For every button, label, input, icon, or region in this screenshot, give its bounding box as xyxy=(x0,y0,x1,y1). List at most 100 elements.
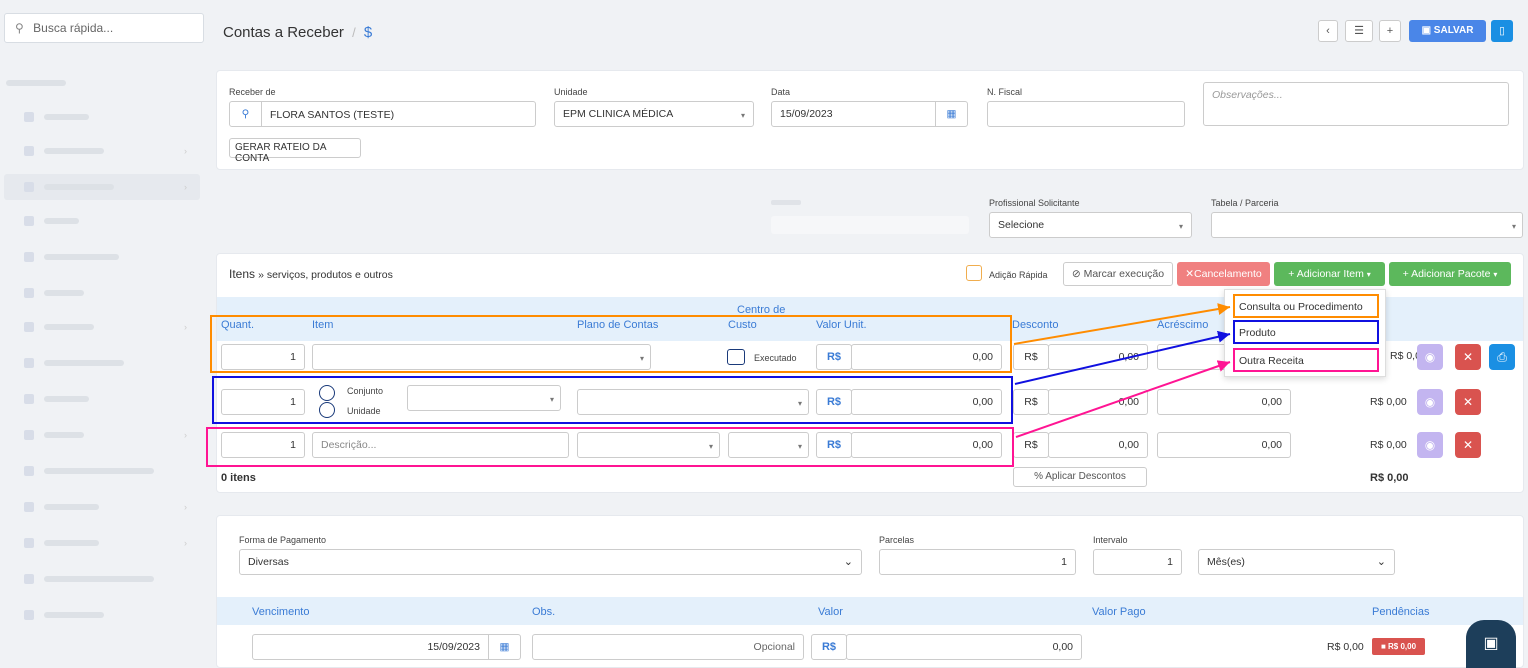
intervalo-label: Intervalo xyxy=(1093,535,1128,545)
cancelamento-label: Cancelamento xyxy=(1194,268,1262,280)
unidade-select[interactable]: EPM CLINICA MÉDICA ▾ xyxy=(554,101,754,127)
search-input[interactable]: ⚲ Busca rápida... xyxy=(4,13,204,43)
chevron-down-icon: ⌄ xyxy=(1376,556,1386,568)
vencimento-field[interactable]: 15/09/2023 ▦ xyxy=(252,634,521,660)
calendar-icon[interactable]: ▦ xyxy=(935,102,967,126)
row2-camera-icon[interactable]: ◉ xyxy=(1417,389,1443,415)
adicionar-item-label: + Adicionar Item xyxy=(1288,268,1364,280)
row2-acrescimo[interactable]: 0,00 xyxy=(1157,389,1291,415)
marcar-execucao-label: Marcar execução xyxy=(1083,268,1165,280)
items-title: Itens xyxy=(229,267,256,281)
blurred-field xyxy=(771,216,969,234)
close-icon: ✕ xyxy=(1185,268,1195,280)
nfiscal-input[interactable] xyxy=(987,101,1185,127)
periodo-select[interactable]: Mês(es) ⌄ xyxy=(1198,549,1395,575)
adicao-rapida-checkbox[interactable] xyxy=(966,265,982,281)
row3-acrescimo[interactable]: 0,00 xyxy=(1157,432,1291,458)
dropdown-consulta[interactable]: Consulta ou Procedimento xyxy=(1233,294,1379,318)
data-field[interactable]: 15/09/2023 ▦ xyxy=(771,101,968,127)
col-desconto: Desconto xyxy=(1012,319,1059,331)
save-button[interactable]: ▣ SALVAR xyxy=(1409,20,1486,42)
save-label: SALVAR xyxy=(1433,25,1474,36)
row1-acrescimo[interactable] xyxy=(1157,344,1227,370)
square-icon: ■ xyxy=(1380,642,1389,651)
row3-desconto[interactable]: 0,00 xyxy=(1048,432,1148,458)
profissional-select[interactable]: Selecione ▾ xyxy=(989,212,1192,238)
intervalo-input[interactable]: 1 xyxy=(1093,549,1182,575)
observacoes-textarea[interactable]: Observações... xyxy=(1203,82,1509,126)
adicionar-item-button[interactable]: + Adicionar Item ▾ xyxy=(1274,262,1385,286)
aplicar-descontos-button[interactable]: % Aplicar Descontos xyxy=(1013,467,1147,487)
data-label: Data xyxy=(771,87,791,97)
sidebar: ⚲ Busca rápida... › › › › › › xyxy=(0,0,207,668)
page-title: Contas a Receber xyxy=(223,24,344,41)
cancelamento-button[interactable]: ✕Cancelamento xyxy=(1177,262,1270,286)
row2-desc-currency: R$ xyxy=(1013,389,1049,415)
nfiscal-label: N. Fiscal xyxy=(987,87,1023,97)
chevron-down-icon: ▾ xyxy=(1366,270,1371,279)
profissional-label: Profissional Solicitante xyxy=(989,198,1080,208)
chevron-down-icon: ▾ xyxy=(1511,222,1516,231)
receber-de-field[interactable]: ⚲ FLORA SANTOS (TESTE) xyxy=(229,101,536,127)
aplicar-descontos-label: Aplicar Descontos xyxy=(1045,471,1126,482)
row3-delete-icon[interactable]: ✕ xyxy=(1455,432,1481,458)
col-vencimento: Vencimento xyxy=(252,606,310,618)
row3-total: R$ 0,00 xyxy=(1370,439,1407,451)
items-count: 0 itens xyxy=(221,472,256,484)
row1-camera-icon[interactable]: ◉ xyxy=(1417,344,1443,370)
row1-desc-currency: R$ xyxy=(1013,344,1049,370)
document-icon[interactable]: ▯ xyxy=(1491,20,1513,42)
vencimento-value: 15/09/2023 xyxy=(427,641,480,653)
currency-icon: $ xyxy=(363,24,373,41)
col-pendencias: Pendências xyxy=(1372,606,1430,618)
row1-desconto[interactable]: 0,00 xyxy=(1048,344,1148,370)
parcelas-input[interactable]: 1 xyxy=(879,549,1076,575)
row2-total: R$ 0,00 xyxy=(1370,396,1407,408)
adicionar-pacote-label: + Adicionar Pacote xyxy=(1402,268,1491,280)
dropdown-outra-receita[interactable]: Outra Receita xyxy=(1233,348,1379,372)
profissional-value: Selecione xyxy=(998,219,1045,231)
row1-print-icon[interactable]: ⎙ xyxy=(1489,344,1515,370)
back-button[interactable]: ‹ xyxy=(1318,20,1338,42)
col-obs: Obs. xyxy=(532,606,556,618)
forma-pagamento-select[interactable]: Diversas ⌄ xyxy=(239,549,862,575)
page-title-row: Contas a Receber / $ xyxy=(223,24,372,41)
breadcrumb-separator: / xyxy=(352,25,356,40)
unidade-label: Unidade xyxy=(554,87,588,97)
sidebar-section-label xyxy=(6,80,66,86)
list-icon[interactable]: ☰ xyxy=(1345,20,1373,42)
forma-pagamento-value: Diversas xyxy=(248,556,289,568)
row2-desconto[interactable]: 0,00 xyxy=(1048,389,1148,415)
tabela-label: Tabela / Parceria xyxy=(1211,198,1279,208)
unidade-value: EPM CLINICA MÉDICA xyxy=(563,108,674,120)
row2-delete-icon[interactable]: ✕ xyxy=(1455,389,1481,415)
search-icon: ⚲ xyxy=(15,21,24,35)
valor-pago: R$ 0,00 xyxy=(1327,641,1364,653)
dropdown-produto[interactable]: Produto xyxy=(1233,320,1379,344)
items-subtitle: » serviços, produtos e outros xyxy=(258,269,393,281)
adicionar-pacote-button[interactable]: + Adicionar Pacote ▾ xyxy=(1389,262,1511,286)
row1-delete-icon[interactable]: ✕ xyxy=(1455,344,1481,370)
periodo-value: Mês(es) xyxy=(1207,556,1245,568)
add-icon[interactable]: + xyxy=(1379,20,1401,42)
obs-input[interactable]: Opcional xyxy=(532,634,804,660)
pay-valor[interactable]: 0,00 xyxy=(846,634,1082,660)
floppy-icon: ▣ xyxy=(1421,25,1434,36)
items-title-row: Itens » serviços, produtos e outros xyxy=(229,267,393,281)
gerar-rateio-button[interactable]: GERAR RATEIO DA CONTA xyxy=(229,138,361,164)
chevron-down-icon: ▾ xyxy=(1493,270,1498,279)
chevron-down-icon: ⌄ xyxy=(843,556,853,568)
calendar-icon[interactable]: ▦ xyxy=(488,635,520,659)
pendencia-badge: ■ R$ 0,00 xyxy=(1372,638,1425,655)
receber-de-value: FLORA SANTOS (TESTE) xyxy=(270,109,395,121)
search-placeholder: Busca rápida... xyxy=(33,21,114,35)
payment-table-header xyxy=(217,597,1523,625)
tabela-select[interactable]: ▾ xyxy=(1211,212,1523,238)
row3-camera-icon[interactable]: ◉ xyxy=(1417,432,1443,458)
blurred-label xyxy=(771,200,801,205)
pendencia-badge-label: R$ 0,00 xyxy=(1388,642,1417,651)
chat-support-button[interactable]: ▣ xyxy=(1466,620,1516,668)
adicao-rapida-label: Adição Rápida xyxy=(989,270,1048,280)
pay-currency: R$ xyxy=(811,634,847,660)
marcar-execucao-button[interactable]: ⊘ Marcar execução xyxy=(1063,262,1173,286)
